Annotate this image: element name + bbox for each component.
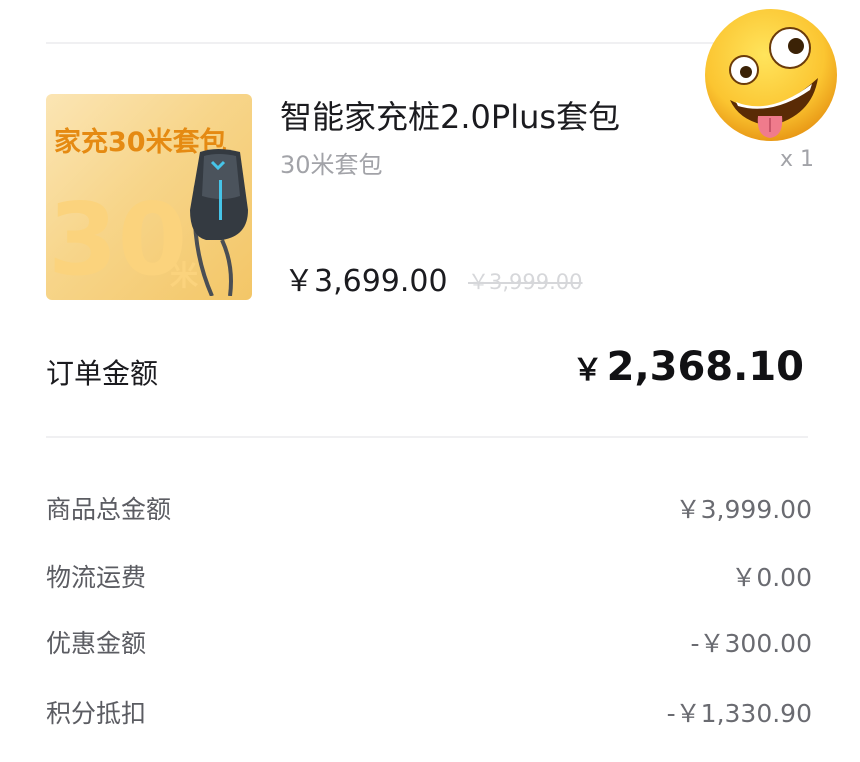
breakdown-row-shipping: 物流运费 ￥0.00 — [46, 556, 812, 596]
breakdown-row-goods-total: 商品总金额 ￥3,999.00 — [46, 488, 812, 528]
product-quantity: x 1 — [779, 147, 814, 172]
breakdown-row-discount: 优惠金额 -￥300.00 — [46, 622, 812, 662]
zany-face-icon — [705, 9, 837, 141]
breakdown-label: 物流运费 — [46, 563, 147, 592]
breakdown-value: -￥300.00 — [690, 629, 813, 658]
product-name[interactable]: 智能家充桩2.0Plus套包 — [280, 92, 620, 138]
breakdown-label: 积分抵扣 — [46, 699, 147, 728]
section-divider — [46, 436, 808, 438]
product-original-price: ￥3,999.00 — [468, 270, 583, 294]
breakdown-label: 优惠金额 — [46, 629, 147, 658]
order-amount-value: 2,368.10 — [606, 344, 804, 390]
order-amount-total: ￥ 2,368.10 — [573, 344, 804, 390]
product-price: ￥3,699.00 — [284, 264, 448, 299]
breakdown-row-points: 积分抵扣 -￥1,330.90 — [46, 692, 812, 732]
charger-icon — [190, 149, 248, 296]
order-amount-label: 订单金额 — [46, 357, 159, 390]
breakdown-value: ￥0.00 — [731, 563, 812, 592]
top-divider — [46, 42, 808, 44]
breakdown-value: ￥3,999.00 — [675, 495, 812, 524]
breakdown-label: 商品总金额 — [46, 495, 172, 524]
product-thumbnail[interactable]: 家充30米套包 30 米 — [46, 94, 252, 300]
order-amount-currency: ￥ — [572, 353, 603, 388]
product-spec: 30米套包 — [280, 151, 383, 179]
thumbnail-length-number: 30 — [48, 181, 188, 298]
breakdown-value: -￥1,330.90 — [666, 699, 812, 728]
